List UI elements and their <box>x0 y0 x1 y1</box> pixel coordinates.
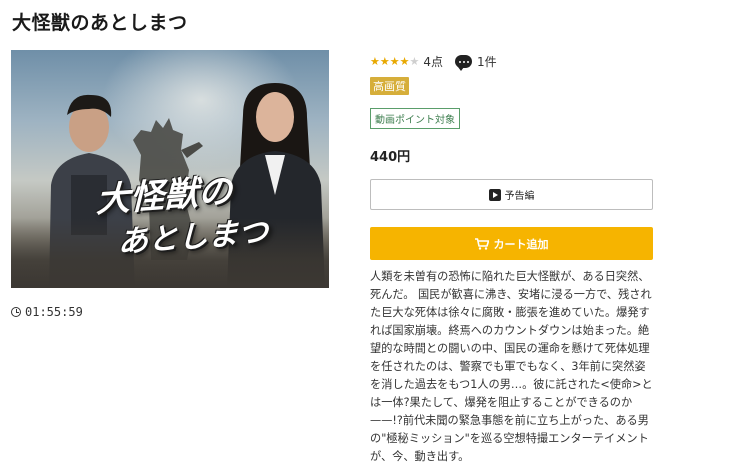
star-rating[interactable]: ★★★★★ <box>370 55 419 68</box>
star-icon: ★ <box>379 55 390 68</box>
speech-bubble-icon[interactable] <box>455 55 473 71</box>
star-icon: ★ <box>399 55 410 68</box>
trailer-button-label: 予告編 <box>504 191 535 202</box>
star-icon: ★ <box>389 55 400 68</box>
poster-logo: 大怪獣の あとしまつ <box>96 168 271 278</box>
price: 440円 <box>370 150 411 165</box>
trailer-button[interactable]: 予告編 <box>370 179 653 210</box>
add-to-cart-button[interactable]: カート追加 <box>370 227 653 260</box>
cart-icon <box>474 237 489 250</box>
poster-logo-line2: あとしまつ <box>118 214 268 261</box>
description: 人類を未曽有の恐怖に陥れた巨大怪獣が、ある日突然、死んだ。 国民が歓喜に沸き、安… <box>370 270 653 463</box>
comment-count[interactable]: 1件 <box>477 53 497 70</box>
duration-text: 01:55:59 <box>25 305 83 319</box>
rating-points: 4点 <box>423 55 444 69</box>
star-empty-icon: ★ <box>409 55 420 68</box>
point-badge: 動画ポイント対象 <box>370 108 460 129</box>
play-icon <box>488 188 501 201</box>
duration: 01:55:59 <box>11 305 83 319</box>
clock-icon <box>11 307 21 317</box>
cart-button-label: カート追加 <box>493 237 549 251</box>
page-title: 大怪獣のあとしまつ <box>12 12 188 34</box>
rating-row: ★★★★★ 4点 1件 <box>370 53 497 71</box>
star-icon: ★ <box>370 55 380 68</box>
hd-badge: 高画質 <box>370 77 409 95</box>
poster-image[interactable]: 大怪獣の あとしまつ <box>11 50 329 288</box>
